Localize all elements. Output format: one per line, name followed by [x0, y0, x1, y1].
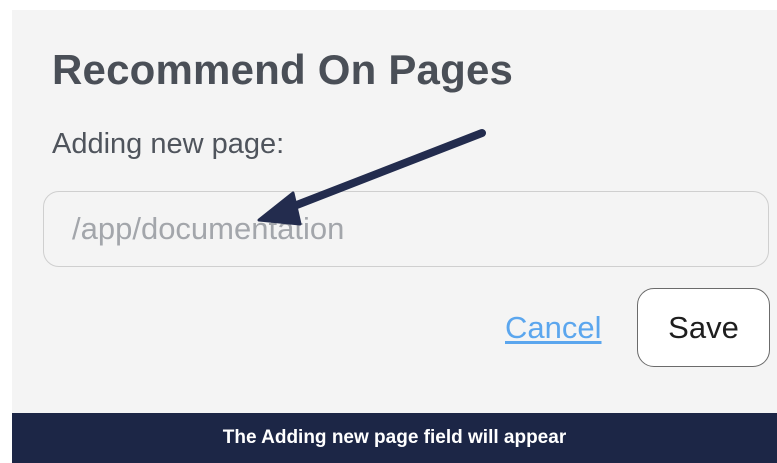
cancel-link[interactable]: Cancel	[505, 310, 602, 346]
caption-bar: The Adding new page field will appear	[12, 413, 777, 463]
recommend-on-pages-dialog: Recommend On Pages Adding new page: Canc…	[12, 10, 777, 413]
adding-new-page-label: Adding new page:	[52, 128, 285, 160]
tutorial-screenshot: Recommend On Pages Adding new page: Canc…	[0, 0, 777, 463]
caption-text: The Adding new page field will appear	[222, 427, 567, 448]
dialog-title: Recommend On Pages	[52, 46, 514, 93]
save-button[interactable]: Save	[637, 288, 770, 367]
new-page-input[interactable]	[43, 191, 769, 267]
